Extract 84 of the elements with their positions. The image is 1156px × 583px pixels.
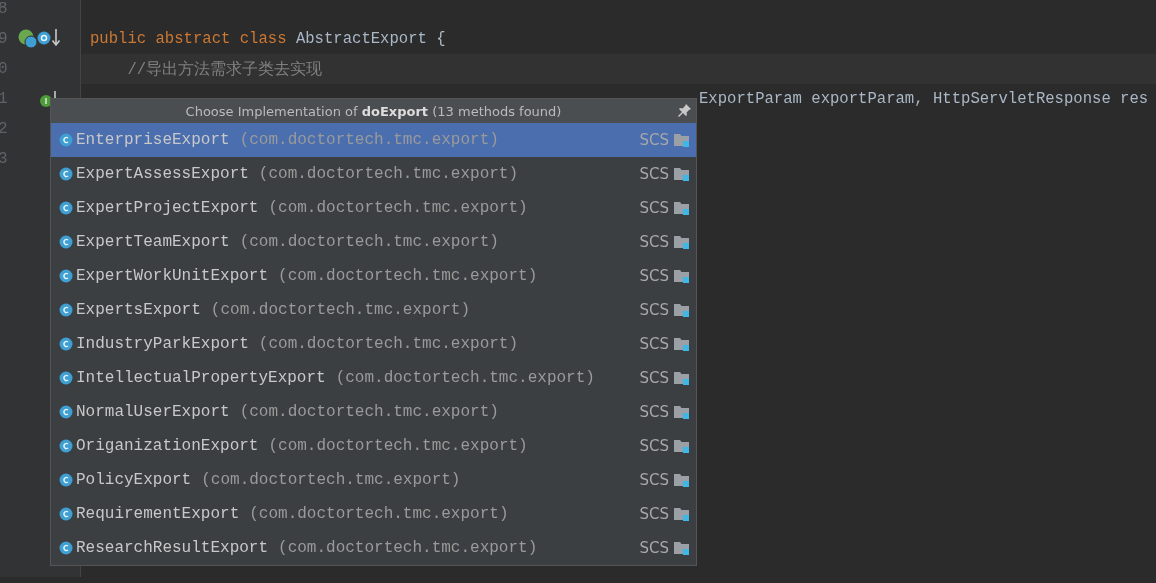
- package-name: (com.doctortech.tmc.export): [335, 369, 595, 387]
- folder-icon: [674, 133, 690, 147]
- class-icon: [59, 541, 73, 555]
- package-name: (com.doctortech.tmc.export): [268, 199, 528, 217]
- implementation-item[interactable]: PolicyExport (com.doctortech.tmc.export) SCS: [51, 463, 696, 497]
- folder-icon: [674, 405, 690, 419]
- package-name: (com.doctortech.tmc.export): [239, 403, 499, 421]
- folder-icon: [674, 507, 690, 521]
- implementation-item[interactable]: ResearchResultExport (com.doctortech.tmc.export) SCS: [51, 531, 696, 565]
- module-name: SCS: [639, 369, 669, 387]
- module-name: SCS: [639, 471, 669, 489]
- override-marker-icon[interactable]: [18, 27, 62, 51]
- implementation-item[interactable]: ExpertsExport (com.doctortech.tmc.export) SCS: [51, 293, 696, 327]
- class-name: PolicyExport: [76, 471, 192, 489]
- implementation-item[interactable]: ExpertAssessExport (com.doctortech.tmc.export) SCS: [51, 157, 696, 191]
- class-icon: [59, 507, 73, 521]
- module-name: SCS: [639, 437, 669, 455]
- class-name: ExpertsExport: [76, 301, 201, 319]
- module-name: SCS: [639, 131, 669, 149]
- module-name: SCS: [639, 199, 669, 217]
- implementation-item[interactable]: OriganizationExport (com.doctortech.tmc.export) SCS: [51, 429, 696, 463]
- class-name: IntellectualPropertyExport: [76, 369, 326, 387]
- package-name: (com.doctortech.tmc.export): [258, 335, 519, 353]
- implementation-item[interactable]: RequirementExport (com.doctortech.tmc.export) SCS: [51, 497, 696, 531]
- class-name: ResearchResultExport: [76, 539, 269, 557]
- module-name: SCS: [639, 403, 669, 421]
- implementation-item[interactable]: ExpertWorkUnitExport (com.doctortech.tmc.export) SCS: [51, 259, 696, 293]
- class-name: NormalUserExport: [76, 403, 230, 421]
- module-name: SCS: [639, 335, 669, 353]
- module-name: SCS: [639, 233, 669, 251]
- folder-icon: [674, 337, 690, 351]
- class-name: OriganizationExport: [76, 437, 259, 455]
- folder-icon: [674, 303, 690, 317]
- class-icon: [59, 371, 73, 385]
- class-icon: [59, 303, 73, 317]
- class-name: ExpertAssessExport: [76, 165, 249, 183]
- class-icon: [59, 337, 73, 351]
- class-icon: [59, 405, 73, 419]
- implementation-item[interactable]: ExpertTeamExport (com.doctortech.tmc.export) SCS: [51, 225, 696, 259]
- package-name: (com.doctortech.tmc.export): [201, 471, 461, 489]
- implementation-item[interactable]: NormalUserExport (com.doctortech.tmc.export) SCS: [51, 395, 696, 429]
- folder-icon: [674, 439, 690, 453]
- class-name: ExpertProjectExport: [76, 199, 259, 217]
- class-icon: [59, 133, 73, 147]
- folder-icon: [674, 201, 690, 215]
- package-name: (com.doctortech.tmc.export): [268, 437, 528, 455]
- class-name: RequirementExport: [76, 505, 240, 523]
- class-icon: [59, 167, 73, 181]
- class-icon: [59, 269, 73, 283]
- package-name: (com.doctortech.tmc.export): [210, 301, 471, 319]
- class-icon: [59, 439, 73, 453]
- popup-title: Choose Implementation of doExport (13 methods found): [185, 103, 562, 119]
- class-name: IndustryParkExport: [76, 335, 249, 353]
- implementation-item[interactable]: IntellectualPropertyExport (com.doctortech.tmc.export) SCS: [51, 361, 696, 395]
- folder-icon: [674, 235, 690, 249]
- code-text: AbstractExport {: [295, 30, 446, 48]
- module-name: SCS: [639, 165, 669, 183]
- package-name: (com.doctortech.tmc.export): [278, 539, 538, 557]
- class-name: EnterpriseExport: [76, 131, 230, 149]
- folder-icon: [674, 371, 690, 385]
- class-icon: [59, 235, 73, 249]
- pin-icon[interactable]: [678, 103, 692, 117]
- code-text: ExportParam exportParam, HttpServletResponse res: [699, 90, 1149, 108]
- class-name: ExpertTeamExport: [76, 233, 230, 251]
- class-icon: [59, 473, 73, 487]
- module-name: SCS: [639, 539, 669, 557]
- class-icon: [59, 201, 73, 215]
- folder-icon: [674, 269, 690, 283]
- folder-icon: [674, 167, 690, 181]
- folder-icon: [674, 541, 690, 555]
- module-name: SCS: [639, 505, 669, 523]
- folder-icon: [674, 473, 690, 487]
- package-name: (com.doctortech.tmc.export): [239, 131, 499, 149]
- implementation-item[interactable]: IndustryParkExport (com.doctortech.tmc.export) SCS: [51, 327, 696, 361]
- package-name: (com.doctortech.tmc.export): [278, 267, 538, 285]
- code-comment: //导出方法需求子类去实现: [126, 59, 323, 80]
- package-name: (com.doctortech.tmc.export): [249, 505, 509, 523]
- code-keyword: public abstract class: [90, 30, 288, 48]
- class-name: ExpertWorkUnitExport: [76, 267, 269, 285]
- module-name: SCS: [639, 267, 669, 285]
- package-name: (com.doctortech.tmc.export): [239, 233, 499, 251]
- module-name: SCS: [639, 301, 669, 319]
- implementation-item[interactable]: ExpertProjectExport (com.doctortech.tmc.export) SCS: [51, 191, 696, 225]
- package-name: (com.doctortech.tmc.export): [258, 165, 519, 183]
